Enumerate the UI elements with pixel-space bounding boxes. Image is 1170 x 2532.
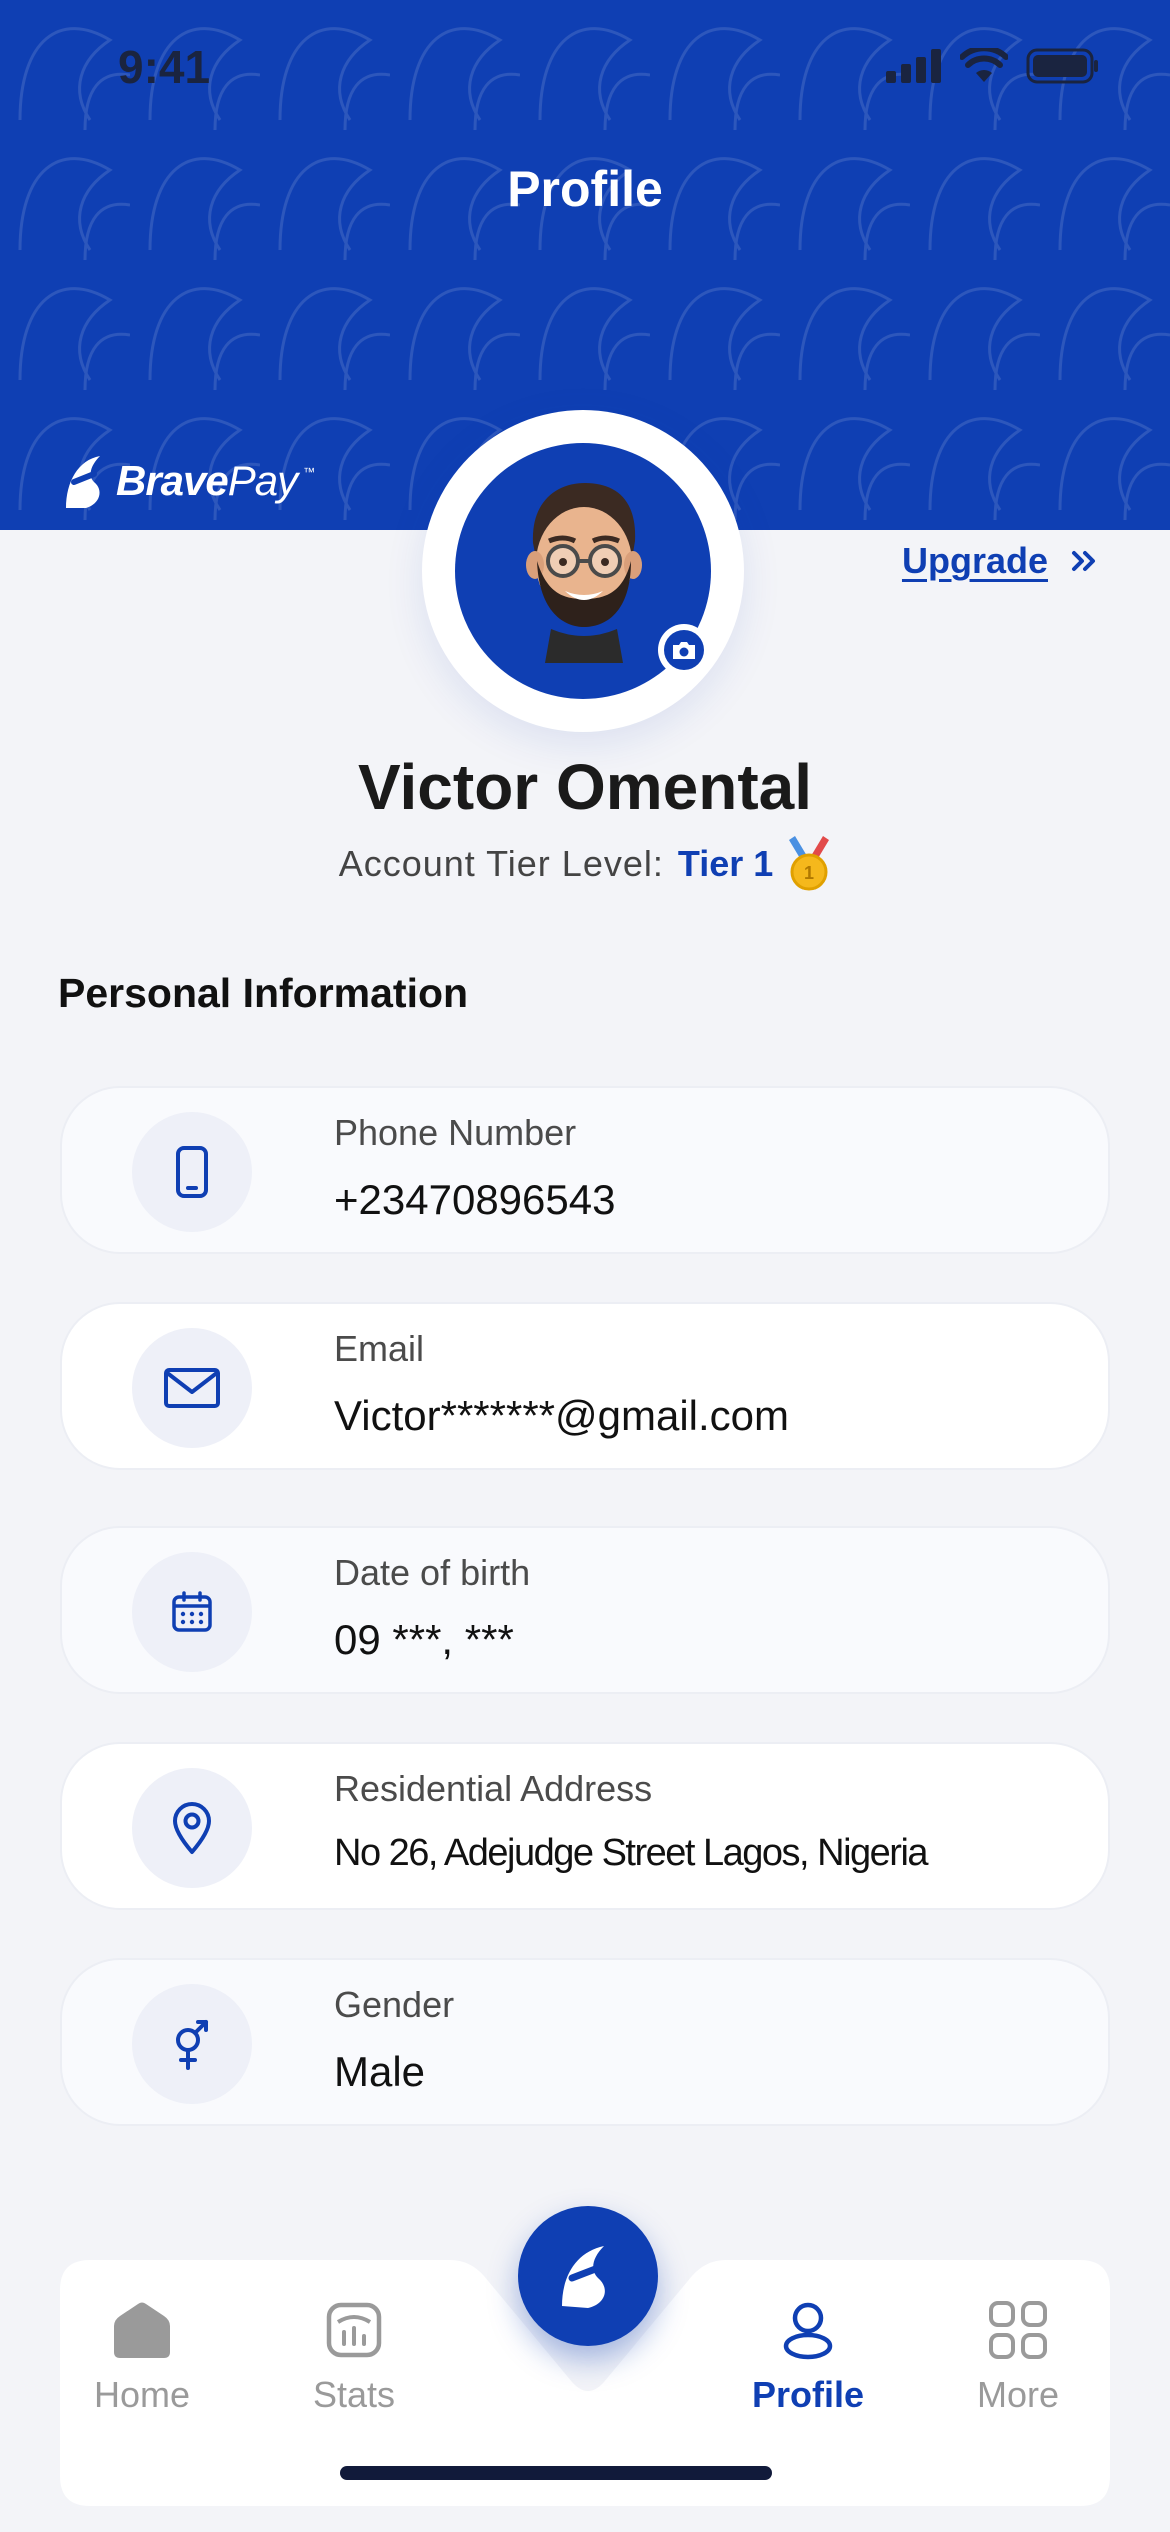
bravepay-logo: BravePay ™ (60, 452, 315, 510)
info-value: Male (334, 2048, 426, 2095)
info-label: Date of birth (334, 1552, 531, 1593)
grid-icon (989, 2301, 1047, 2359)
page-title: Profile (507, 161, 663, 217)
nav-more-label: More (976, 2374, 1060, 2415)
bravepay-logo-icon (66, 456, 100, 508)
gold-medal-icon: 1 (789, 836, 830, 891)
nav-stats-label: Stats (312, 2374, 396, 2415)
date-of-birth-card[interactable]: Date of birth 09 ***, *** (60, 1526, 1110, 1694)
camera-icon (664, 630, 704, 670)
calendar-icon (172, 1591, 212, 1632)
info-label: Residential Address (334, 1768, 653, 1809)
brand-trademark: ™ (303, 465, 316, 479)
brand-name-bold: Brave (116, 457, 229, 504)
double-chevron-right-icon (1072, 551, 1095, 571)
info-label: Gender (334, 1984, 455, 2025)
wifi-icon (960, 48, 1008, 82)
mail-icon-circle (132, 1328, 252, 1448)
info-label: Phone Number (334, 1112, 577, 1153)
profile-icon (783, 2302, 833, 2360)
location-icon-circle (132, 1768, 252, 1888)
nav-home[interactable]: Home (62, 2300, 222, 2416)
home-indicator (340, 2466, 772, 2480)
location-pin-icon (173, 1802, 211, 1854)
home-icon (114, 2302, 170, 2358)
phone-icon (176, 1146, 208, 1198)
avatar[interactable] (422, 410, 744, 732)
nav-more[interactable]: More (938, 2300, 1098, 2416)
phone-icon-circle (132, 1112, 252, 1232)
nav-profile[interactable]: Profile (728, 2300, 888, 2416)
bravepay-logo-icon (562, 2246, 605, 2308)
section-title: Personal Information (58, 970, 469, 1016)
battery-icon (1026, 48, 1098, 84)
gender-card[interactable]: Gender Male (60, 1958, 1110, 2126)
info-value: +23470896543 (334, 1176, 616, 1223)
upgrade-label: Upgrade (901, 540, 1048, 581)
signal-icon (886, 49, 941, 83)
mail-icon (164, 1368, 220, 1408)
phone-number-card[interactable]: Phone Number +23470896543 (60, 1086, 1110, 1254)
nav-stats[interactable]: Stats (274, 2300, 434, 2416)
tier-label: Account Tier Level: (338, 843, 664, 884)
user-name: Victor Omental (357, 751, 813, 823)
residential-address-card[interactable]: Residential Address No 26, Adejudge Stre… (60, 1742, 1110, 1910)
change-photo-button[interactable] (658, 624, 710, 676)
calendar-icon-circle (132, 1552, 252, 1672)
info-value: Victor*******@gmail.com (334, 1392, 790, 1439)
brand-name-light: Pay (227, 457, 298, 504)
account-tier: Account Tier Level: Tier 1 1 (0, 836, 1170, 892)
svg-text:1: 1 (804, 863, 814, 883)
gender-icon (176, 2020, 208, 2070)
gender-icon-circle (132, 1984, 252, 2104)
tier-value: Tier 1 (677, 843, 774, 884)
info-value: No 26, Adejudge Street Lagos, Nigeria (334, 1832, 929, 1874)
stats-icon (326, 2302, 382, 2358)
home-action-button[interactable] (518, 2206, 658, 2346)
email-card[interactable]: Email Victor*******@gmail.com (60, 1302, 1110, 1470)
nav-profile-label: Profile (751, 2374, 865, 2415)
status-time: 9:41 (118, 41, 211, 93)
nav-home-label: Home (93, 2374, 191, 2415)
info-value: 09 ***, *** (334, 1616, 514, 1663)
upgrade-link[interactable]: Upgrade (902, 540, 1098, 582)
info-label: Email (334, 1328, 425, 1369)
status-icons (886, 48, 1100, 84)
